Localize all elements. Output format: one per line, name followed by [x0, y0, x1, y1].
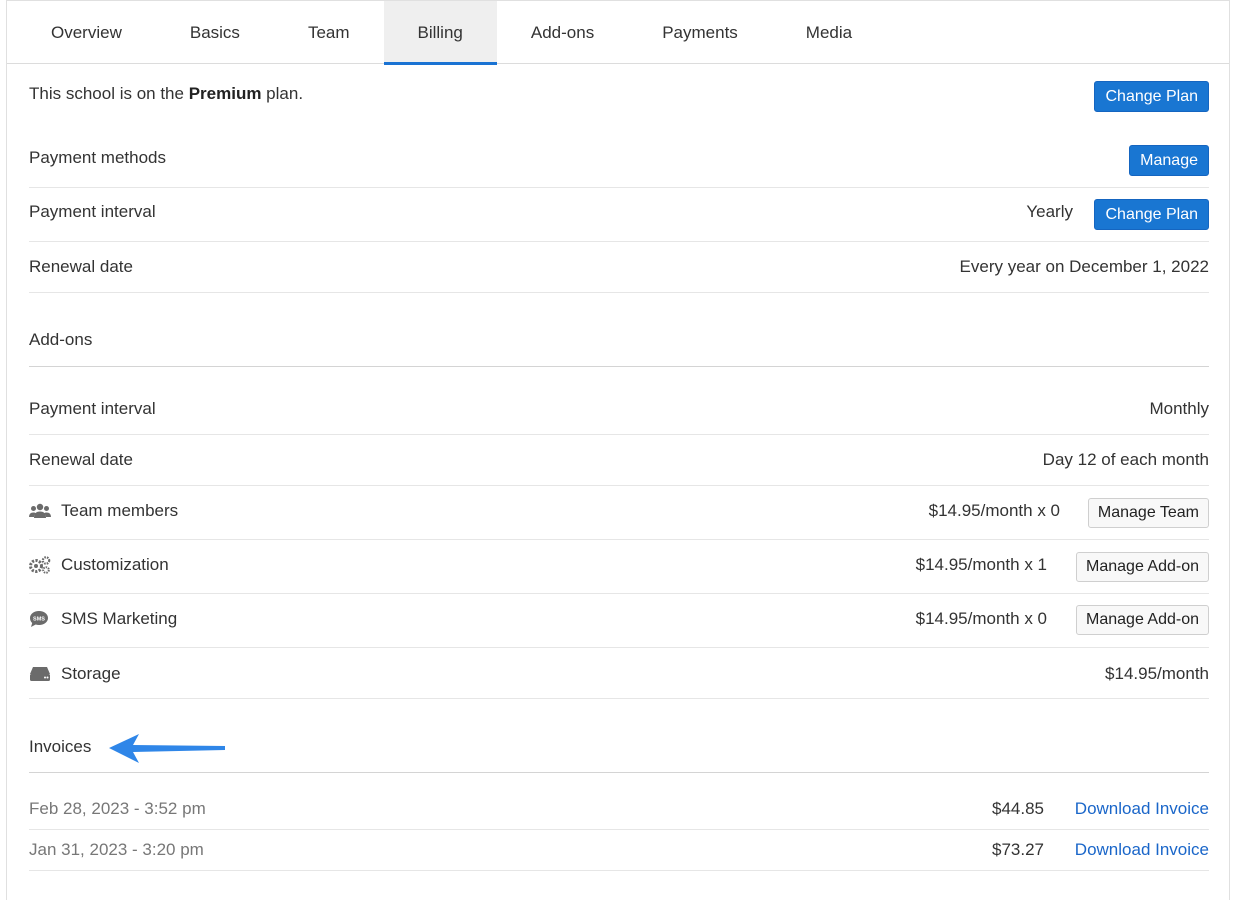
storage-label: Storage [61, 664, 121, 683]
payment-interval-label: Payment interval [29, 202, 156, 221]
users-icon [29, 503, 51, 521]
hard-drive-icon [29, 666, 51, 684]
invoice-row: Feb 28, 2023 - 3:52 pm $44.85 Download I… [29, 773, 1209, 830]
tab-add-ons[interactable]: Add-ons [497, 1, 628, 64]
invoice-date: Jan 31, 2023 - 3:20 pm [29, 840, 204, 859]
payment-interval-row: Payment interval Yearly [29, 188, 1209, 242]
download-invoice-link[interactable]: Download Invoice [1075, 840, 1209, 860]
addon-row-team-members: Team members $14.95/month x 0 [29, 486, 1209, 540]
manage-team-button[interactable]: Manage Team [1087, 498, 1209, 528]
tab-team[interactable]: Team [274, 1, 384, 64]
renewal-date-label: Renewal date [29, 257, 133, 276]
addons-renewal-date-row: Renewal date Day 12 of each month [29, 435, 1209, 486]
tab-media[interactable]: Media [772, 1, 886, 64]
plan-prefix: This school is on the [29, 84, 189, 103]
sms-marketing-label: SMS Marketing [61, 609, 178, 628]
tab-basics[interactable]: Basics [156, 1, 274, 64]
addons-payment-interval-value: Monthly [1149, 399, 1209, 418]
change-plan-button[interactable]: Change Plan [1094, 81, 1209, 112]
billing-panel: Overview Basics Team Billing Add-ons Pay… [6, 0, 1230, 900]
payment-interval-value: Yearly [1026, 202, 1073, 221]
tab-overview[interactable]: Overview [17, 1, 156, 64]
svg-text:SMS: SMS [33, 617, 45, 623]
invoices-title: Invoices [29, 737, 92, 756]
plan-suffix: plan. [261, 84, 304, 103]
plan-summary: This school is on the Premium plan. [29, 84, 303, 104]
tab-payments[interactable]: Payments [628, 1, 772, 64]
invoice-date: Feb 28, 2023 - 3:52 pm [29, 799, 206, 818]
add-ons-title: Add-ons [29, 330, 93, 349]
addon-row-storage: Storage $14.95/month [29, 648, 1209, 699]
add-ons-section-title: Add-ons [29, 293, 1209, 367]
invoice-row: Jan 31, 2023 - 3:20 pm $73.27 Download I… [29, 830, 1209, 871]
invoice-amount: $73.27 [992, 840, 1044, 859]
payment-methods-row: Payment methods [29, 146, 1209, 188]
addons-renewal-date-label: Renewal date [29, 450, 133, 469]
team-members-label: Team members [61, 501, 179, 520]
addons-payment-interval-label: Payment interval [29, 399, 156, 418]
settings-tabs: Overview Basics Team Billing Add-ons Pay… [7, 1, 1229, 65]
gears-icon [29, 556, 51, 574]
sms-marketing-price: $14.95/month x 0 [915, 609, 1047, 628]
addon-row-customization: Customization $14.95/month x 1 [29, 540, 1209, 594]
payment-methods-label: Payment methods [29, 148, 167, 167]
invoice-amount: $44.85 [992, 799, 1044, 818]
manage-sms-addon-button[interactable]: Manage Add-on [1076, 605, 1209, 635]
storage-price: $14.95/month [1105, 664, 1209, 683]
tab-billing[interactable]: Billing [383, 1, 498, 65]
download-invoice-link[interactable]: Download Invoice [1075, 799, 1209, 819]
addon-row-sms-marketing: SMS SMS Marketing $14.95/month x 0 [29, 594, 1209, 648]
manage-customization-addon-button[interactable]: Manage Add-on [1076, 552, 1209, 582]
customization-label: Customization [61, 555, 169, 574]
customization-price: $14.95/month x 1 [915, 555, 1047, 574]
change-interval-plan-button[interactable]: Change Plan [1094, 199, 1209, 230]
renewal-date-row: Renewal date Every year on December 1, 2… [29, 242, 1209, 293]
plan-name: Premium [188, 84, 262, 103]
manage-payment-methods-button[interactable]: Manage [1129, 145, 1209, 176]
renewal-date-value: Every year on December 1, 2022 [959, 257, 1209, 276]
addons-renewal-date-value: Day 12 of each month [1042, 450, 1209, 469]
team-members-price: $14.95/month x 0 [928, 501, 1060, 520]
arrow-pointer-icon [109, 734, 225, 763]
sms-bubble-icon: SMS [29, 610, 51, 628]
addons-payment-interval-row: Payment interval Monthly [29, 367, 1209, 435]
